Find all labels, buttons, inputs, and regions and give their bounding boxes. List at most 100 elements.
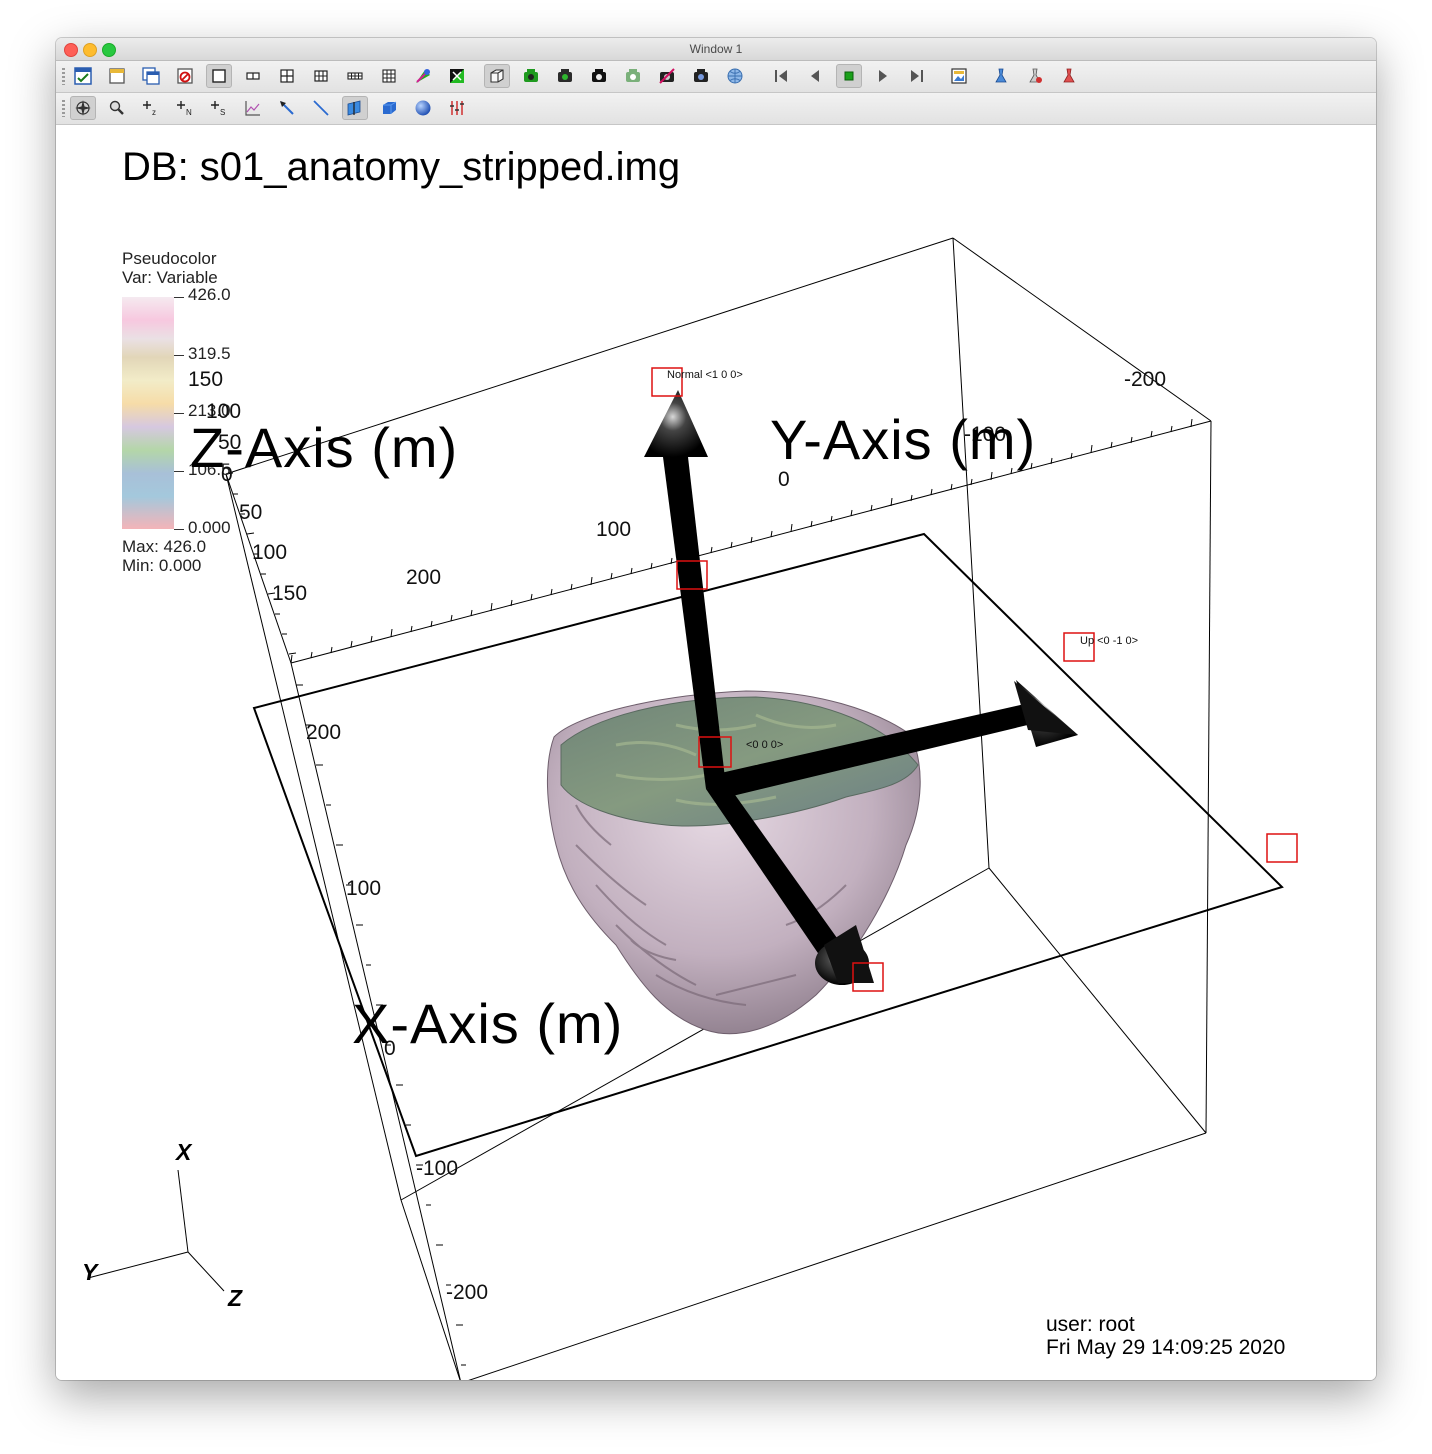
line-tool-button[interactable]	[308, 96, 334, 120]
new-window-button[interactable]	[104, 64, 130, 88]
step-back-button[interactable]	[802, 64, 828, 88]
x-axis-title: X-Axis (m)	[352, 992, 624, 1055]
z-axis-title: Z-Axis (m)	[190, 416, 459, 479]
camera-save-button[interactable]	[552, 64, 578, 88]
legend-colorbar	[122, 297, 174, 529]
plane-tool-button[interactable]	[342, 96, 368, 120]
layout-1x2-button[interactable]	[240, 64, 266, 88]
toolbar-window	[56, 61, 1376, 93]
skip-back-button[interactable]	[768, 64, 794, 88]
legend-title: Pseudocolor	[122, 249, 217, 268]
normal-label: Normal <1 0 0>	[667, 369, 743, 381]
tool-a-icon	[995, 68, 1007, 83]
camera-red-button[interactable]	[654, 64, 680, 88]
y-tick-label: 200	[406, 566, 442, 589]
title-bar[interactable]: Window 1	[56, 38, 1376, 61]
database-title: DB: s01_anatomy_stripped.img	[122, 145, 681, 189]
pick-n-button[interactable]: N	[172, 96, 198, 120]
camera-green-button[interactable]	[518, 64, 544, 88]
corner-hotspot[interactable]	[1266, 833, 1298, 863]
legend-tick	[174, 297, 184, 298]
stop-icon	[844, 71, 854, 81]
tool-b-button[interactable]	[1022, 64, 1048, 88]
layout-2x4-button[interactable]	[342, 64, 368, 88]
x-tick-label: 200	[306, 721, 342, 744]
toolbar-interaction: z N S	[56, 93, 1376, 125]
lineout-button[interactable]	[240, 96, 266, 120]
user-info: user: root Fri May 29 14:09:25 2020	[1046, 1313, 1285, 1359]
skip-forward-button[interactable]	[904, 64, 930, 88]
clone-window-button[interactable]	[138, 64, 164, 88]
layout-2x2-button[interactable]	[274, 64, 300, 88]
3d-box-icon	[490, 69, 504, 83]
plane-tool-icon	[347, 100, 361, 116]
camera-button[interactable]	[586, 64, 612, 88]
lock-view-button[interactable]	[444, 64, 470, 88]
legend-tick	[174, 355, 184, 356]
z-tick-label: 100	[252, 541, 288, 564]
tool-c-button[interactable]	[1056, 64, 1082, 88]
box-tool-button[interactable]	[376, 96, 402, 120]
triad-y-label: Y	[82, 1259, 98, 1285]
legend-min: Min: 0.000	[122, 556, 202, 575]
camera-dark-button[interactable]	[688, 64, 714, 88]
render-viewport[interactable]: DB: s01_anatomy_stripped.img Pseudocolor…	[56, 125, 1376, 1380]
pick-n-icon: N	[177, 101, 192, 117]
x-tick-label: -100	[416, 1157, 459, 1180]
svg-text:z: z	[152, 108, 156, 117]
layout-2x3-button[interactable]	[308, 64, 334, 88]
navigate-icon	[75, 100, 91, 116]
delete-window-button[interactable]	[172, 64, 198, 88]
stop-button[interactable]	[836, 64, 862, 88]
play-button[interactable]	[870, 64, 896, 88]
pick-s-button[interactable]: S	[206, 96, 232, 120]
line-tool-icon	[313, 100, 329, 116]
new-window-icon	[109, 68, 125, 84]
legend-tick-label: 0.000	[188, 518, 231, 537]
active-window-icon	[74, 67, 92, 85]
globe-icon	[727, 68, 743, 84]
layout-2x2-icon	[280, 69, 294, 83]
play-icon	[879, 70, 887, 82]
visit-window: Window 1 z N S DB: s01_anatomy_stripped.…	[56, 38, 1376, 1380]
camera-icon	[592, 69, 606, 82]
camera-green-icon	[524, 69, 538, 82]
navigate-button[interactable]	[70, 96, 96, 120]
layout-3x3-button[interactable]	[376, 64, 402, 88]
step-back-icon	[811, 70, 819, 82]
x-tick-label: 100	[346, 877, 382, 900]
toolbar-grip[interactable]	[62, 100, 65, 117]
layout-1x1-icon	[212, 69, 226, 83]
camera-dark-icon	[694, 69, 708, 82]
toolbar-grip[interactable]	[62, 68, 65, 85]
sphere-tool-icon	[415, 100, 431, 116]
sphere-tool-button[interactable]	[410, 96, 436, 120]
camera-light-button[interactable]	[620, 64, 646, 88]
axis-restrict-icon	[450, 101, 464, 115]
globe-button[interactable]	[722, 64, 748, 88]
active-window-button[interactable]	[70, 64, 96, 88]
zoom-icon	[109, 100, 124, 115]
layout-2x3-icon	[314, 70, 328, 82]
svg-text:S: S	[220, 108, 225, 117]
tool-a-button[interactable]	[988, 64, 1014, 88]
clear-plots-button[interactable]	[410, 64, 436, 88]
origin-label: <0 0 0>	[746, 739, 784, 751]
legend-tick-label: 319.5	[188, 344, 231, 363]
point-tool-icon	[280, 101, 294, 115]
orientation-triad	[87, 1169, 225, 1292]
y-axis-title: Y-Axis (m)	[770, 408, 1037, 471]
delete-window-icon	[177, 68, 193, 84]
z-tick-label: 50	[239, 501, 263, 524]
layout-1x1-button[interactable]	[206, 64, 232, 88]
image-button[interactable]	[946, 64, 972, 88]
legend-max: Max: 426.0	[122, 537, 207, 556]
pick-z-button[interactable]: z	[138, 96, 164, 120]
window-title: Window 1	[689, 42, 743, 56]
3d-box-button[interactable]	[484, 64, 510, 88]
point-tool-button[interactable]	[274, 96, 300, 120]
skip-back-icon	[775, 70, 787, 82]
clear-plots-icon	[416, 69, 430, 83]
axis-restrict-button[interactable]	[444, 96, 470, 120]
zoom-button[interactable]	[104, 96, 130, 120]
